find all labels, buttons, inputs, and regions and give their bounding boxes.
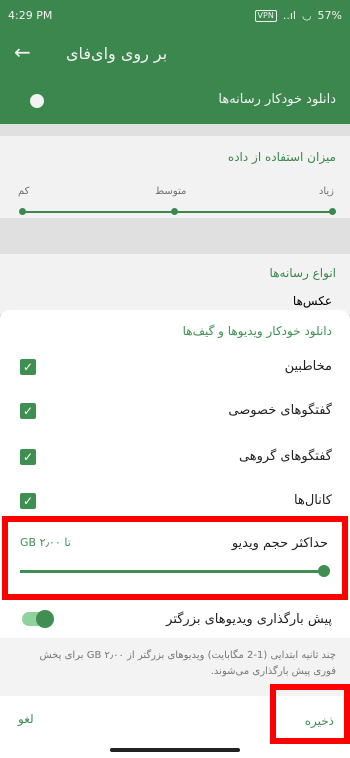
checkbox-checked-icon[interactable]: ✓ (20, 359, 36, 375)
max-video-size-setting: حداکثر حجم ویدیو تا ۲٫۰۰ GB (2, 516, 348, 600)
option-label: گفتگوهای خصوصی (228, 403, 332, 418)
checkbox-checked-icon[interactable]: ✓ (20, 449, 36, 465)
save-highlight: ذخیره (270, 684, 350, 744)
preload-row[interactable]: پیش بارگذاری ویدیوهای بزرگتر (0, 610, 350, 632)
cancel-button[interactable]: لغو (18, 712, 34, 726)
preload-label: پیش بارگذاری ویدیوهای بزرگتر (166, 612, 332, 627)
option-label: گفتگوهای گروهی (238, 449, 332, 464)
max-video-size-slider[interactable] (20, 570, 326, 573)
checkbox-checked-icon[interactable]: ✓ (20, 493, 36, 509)
option-private-chats[interactable]: گفتگوهای خصوصی ✓ (0, 392, 350, 432)
option-label: مخاطبین (284, 359, 332, 374)
preload-toggle[interactable] (22, 610, 54, 628)
max-video-size-label: حداکثر حجم ویدیو (231, 536, 328, 551)
option-contacts[interactable]: مخاطبین ✓ (0, 348, 350, 388)
max-video-size-value: تا ۲٫۰۰ GB (20, 536, 71, 549)
option-group-chats[interactable]: گفتگوهای گروهی ✓ (0, 438, 350, 478)
max-video-size-thumb[interactable] (318, 565, 330, 577)
option-label: کانال‌ها (294, 493, 332, 508)
save-button[interactable]: ذخیره (305, 714, 334, 728)
gesture-bar (110, 748, 240, 752)
checkbox-checked-icon[interactable]: ✓ (20, 403, 36, 419)
sheet-title: دانلود خودکار ویدیوها و گیف‌ها (182, 324, 332, 338)
info-text: چند ثانیه ابتدایی (1-2 مگابایت) ویدیوهای… (39, 650, 336, 677)
